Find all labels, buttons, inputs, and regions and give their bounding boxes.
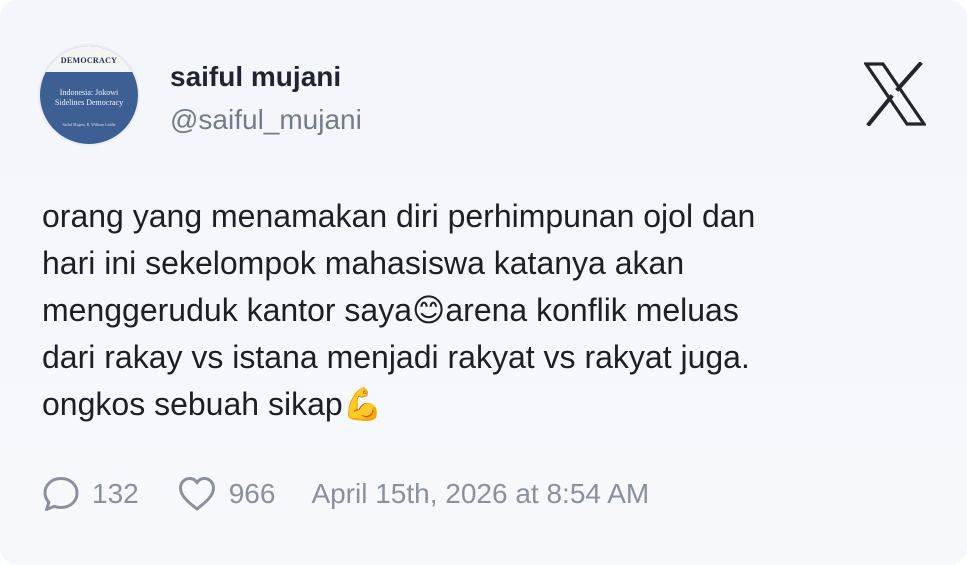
avatar-brand: DEMOCRACY [60, 56, 118, 65]
like-count: 966 [228, 478, 276, 509]
author-handle[interactable]: @saiful_mujani [170, 103, 362, 137]
tweet-card: DEMOCRACY Indonesia: Jokowi Sidelines De… [0, 0, 967, 565]
x-logo-icon[interactable] [864, 62, 926, 126]
avatar-book-title: Indonesia: Jokowi Sidelines Democracy [54, 88, 124, 107]
author-name[interactable]: saiful mujani [170, 60, 341, 94]
avatar[interactable]: DEMOCRACY Indonesia: Jokowi Sidelines De… [40, 46, 138, 144]
avatar-book-authors: Saiful Mujani, R. William Liddle [62, 122, 116, 127]
tweet-metrics: 132 966 April 15th, 2026 at 8:54 AM [42, 470, 649, 518]
tweet-timestamp[interactable]: April 15th, 2026 at 8:54 AM [311, 478, 649, 510]
reply-metric[interactable]: 132 [42, 475, 139, 513]
reply-count: 132 [92, 478, 139, 509]
like-metric[interactable]: 966 [177, 475, 276, 513]
tweet-text: orang yang menamakan diri perhimpunan oj… [42, 198, 756, 422]
heart-icon[interactable] [177, 475, 217, 513]
speech-bubble-icon[interactable] [42, 475, 80, 513]
